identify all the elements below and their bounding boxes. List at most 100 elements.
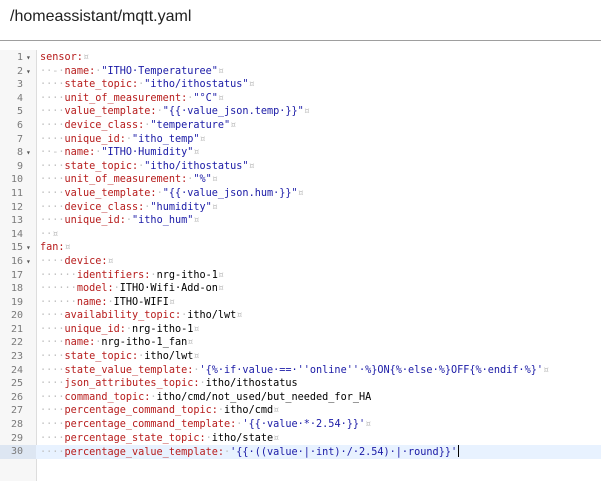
code-text[interactable]: ····availability_topic:·itho/lwt¤ — [40, 309, 242, 323]
whitespace-marker: ···· — [40, 364, 65, 376]
whitespace-marker: ···· — [40, 92, 65, 104]
code-line[interactable]: 25 ····json_attributes_topic:·itho/ithost… — [0, 377, 601, 391]
code-line[interactable]: 2 ▾ ··-·name:·"ITHO·Temperaturee"¤ — [0, 65, 601, 79]
code-text[interactable]: ····state_value_template:·'{%·if·value·=… — [40, 364, 549, 378]
code-text[interactable]: ······name:·ITHO-WIFI¤ — [40, 296, 175, 310]
yaml-key: value_template: — [64, 187, 157, 199]
fold-toggle-icon[interactable]: ▾ — [26, 51, 34, 65]
code-line[interactable]: 29 ····percentage_state_topic:·itho/state… — [0, 432, 601, 446]
header-spacer — [0, 41, 601, 50]
code-line[interactable]: 24 ····state_value_template:·'{%·if·value… — [0, 364, 601, 378]
whitespace-marker: ¤ — [217, 92, 225, 104]
file-path: /homeassistant/mqtt.yaml — [10, 8, 192, 25]
line-number: 18 — [0, 282, 36, 296]
code-text[interactable]: ······model:·ITHO·Wifi·Add-on¤ — [40, 282, 224, 296]
code-text[interactable]: ····unique_id:·nrg-itho-1¤ — [40, 323, 200, 337]
fold-toggle-icon[interactable]: ▾ — [26, 255, 34, 269]
code-line[interactable]: 27 ····percentage_command_topic:·itho/cmd… — [0, 404, 601, 418]
code-line[interactable]: 13 ····unique_id:·"itho_hum"¤ — [0, 214, 601, 228]
code-line[interactable]: 20 ····availability_topic:·itho/lwt¤ — [0, 309, 601, 323]
code-text[interactable]: ····percentage_value_template:·'{{·((val… — [40, 445, 460, 459]
yaml-value: ITHO·Wifi·Add-on — [119, 283, 218, 295]
code-text[interactable]: ····command_topic:·itho/cmd/not_used/but… — [40, 391, 371, 405]
line-number-text: 20 — [10, 310, 23, 322]
code-line[interactable]: 28 ····percentage_command_template:·'{{·v… — [0, 418, 601, 432]
code-text[interactable]: ····unique_id:·"itho_temp"¤ — [40, 133, 206, 147]
code-text[interactable]: ··¤ — [40, 228, 58, 242]
code-line[interactable]: 21 ····unique_id:·nrg-itho-1¤ — [0, 323, 601, 337]
fold-toggle-icon[interactable]: ▾ — [26, 146, 34, 160]
whitespace-marker: ···· — [40, 106, 65, 118]
whitespace-marker: ···· — [40, 405, 65, 417]
whitespace-marker: ······ — [40, 269, 77, 281]
code-line[interactable]: 11 ····value_template:·"{{·value_json.hum… — [0, 187, 601, 201]
editor-lines[interactable]: 1 ▾ sensor:¤ 2 ▾ ··-·name:·"ITHO·Temperaturee… — [0, 51, 601, 459]
line-number: 10 — [0, 173, 36, 187]
code-line[interactable]: 10 ····unit_of_measurement:·"%"¤ — [0, 173, 601, 187]
code-text[interactable]: ····unique_id:·"itho_hum"¤ — [40, 214, 200, 228]
line-number: 15 ▾ — [0, 241, 36, 255]
code-line[interactable]: 23 ····state_topic:·itho/lwt¤ — [0, 350, 601, 364]
line-number: 2 ▾ — [0, 65, 36, 79]
code-text[interactable]: ····unit_of_measurement:·"%"¤ — [40, 173, 218, 187]
code-text[interactable]: ······identifiers:·nrg-itho-1¤ — [40, 269, 224, 283]
yaml-value: itho/state — [211, 432, 274, 444]
code-text[interactable]: sensor:¤ — [40, 51, 89, 65]
code-line[interactable]: 15 ▾ fan:¤ — [0, 241, 601, 255]
code-line[interactable]: 9 ····state_topic:·"itho/ithostatus"¤ — [0, 160, 601, 174]
code-line[interactable]: 30 ····percentage_value_template:·'{{·((v… — [0, 445, 601, 459]
code-line[interactable]: 4 ····unit_of_measurement:·"°C"¤ — [0, 92, 601, 106]
whitespace-marker: ¤ — [168, 296, 175, 308]
code-text[interactable]: ··-·name:·"ITHO·Temperaturee"¤ — [40, 65, 224, 79]
code-line[interactable]: 26 ····command_topic:·itho/cmd/not_used/b… — [0, 391, 601, 405]
code-text[interactable]: ····percentage_command_template:·'{{·val… — [40, 418, 371, 432]
code-line[interactable]: 19 ······name:·ITHO-WIFI¤ — [0, 296, 601, 310]
code-line[interactable]: 5 ····value_template:·"{{·value_json.temp… — [0, 105, 601, 119]
code-line[interactable]: 7 ····unique_id:·"itho_temp"¤ — [0, 133, 601, 147]
fold-toggle-icon[interactable]: ▾ — [26, 65, 34, 79]
code-text[interactable]: ····json_attributes_topic:·itho/ithostat… — [40, 377, 298, 391]
line-number-text: 5 — [16, 106, 23, 118]
yaml-string: "itho_hum" — [132, 215, 194, 227]
code-text[interactable]: ····device:¤ — [40, 255, 114, 269]
code-text[interactable]: ····state_topic:·itho/lwt¤ — [40, 350, 200, 364]
yaml-value: nrg-itho-1 — [156, 269, 218, 281]
whitespace-marker: ¤ — [193, 215, 200, 227]
code-text[interactable]: ··-·name:·"ITHO·Humidity"¤ — [40, 146, 200, 160]
code-text[interactable]: ····value_template:·"{{·value_json.hum·}… — [40, 187, 304, 201]
code-text[interactable]: fan:¤ — [40, 241, 71, 255]
line-number-text: 16 — [10, 255, 23, 267]
code-text[interactable]: ····state_topic:·"itho/ithostatus"¤ — [40, 160, 255, 174]
code-text[interactable]: ····device_class:·"humidity"¤ — [40, 201, 218, 215]
line-number: 7 — [0, 133, 36, 147]
code-line[interactable]: 8 ▾ ··-·name:·"ITHO·Humidity"¤ — [0, 146, 601, 160]
yaml-key: sensor: — [40, 52, 83, 63]
yaml-value: itho/lwt — [187, 310, 237, 322]
yaml-key: state_topic: — [64, 79, 139, 91]
yaml-value: nrg-itho-1_fan — [101, 337, 188, 349]
line-number: 23 — [0, 350, 36, 364]
code-text[interactable]: ····value_template:·"{{·value_json.temp·… — [40, 105, 310, 119]
line-number: 28 — [0, 418, 36, 432]
fold-toggle-icon[interactable]: ▾ — [26, 241, 34, 255]
code-line[interactable]: 17 ······identifiers:·nrg-itho-1¤ — [0, 269, 601, 283]
code-text[interactable]: ····unit_of_measurement:·"°C"¤ — [40, 92, 224, 106]
code-line[interactable]: 1 ▾ sensor:¤ — [0, 51, 601, 65]
code-text[interactable]: ····percentage_state_topic:·itho/state¤ — [40, 432, 279, 446]
code-line[interactable]: 6 ····device_class:·"temperature"¤ — [0, 119, 601, 133]
code-text[interactable]: ····name:·nrg-itho-1_fan¤ — [40, 336, 193, 350]
code-text[interactable]: ····percentage_command_topic:·itho/cmd¤ — [40, 404, 279, 418]
whitespace-marker: ¤ — [248, 79, 255, 91]
code-editor[interactable]: 1 ▾ sensor:¤ 2 ▾ ··-·name:·"ITHO·Temperaturee… — [0, 50, 601, 481]
code-line[interactable]: 12 ····device_class:·"humidity"¤ — [0, 201, 601, 215]
line-number-text: 4 — [16, 92, 23, 104]
yaml-key: model: — [76, 283, 114, 295]
code-line[interactable]: 14 ··¤ — [0, 228, 601, 242]
line-number: 5 — [0, 105, 36, 119]
code-line[interactable]: 18 ······model:·ITHO·Wifi·Add-on¤ — [0, 282, 601, 296]
code-line[interactable]: 16 ▾ ····device:¤ — [0, 255, 601, 269]
code-text[interactable]: ····device_class:·"temperature"¤ — [40, 119, 236, 133]
code-line[interactable]: 22 ····name:·nrg-itho-1_fan¤ — [0, 336, 601, 350]
code-line[interactable]: 3 ····state_topic:·"itho/ithostatus"¤ — [0, 78, 601, 92]
code-text[interactable]: ····state_topic:·"itho/ithostatus"¤ — [40, 78, 255, 92]
